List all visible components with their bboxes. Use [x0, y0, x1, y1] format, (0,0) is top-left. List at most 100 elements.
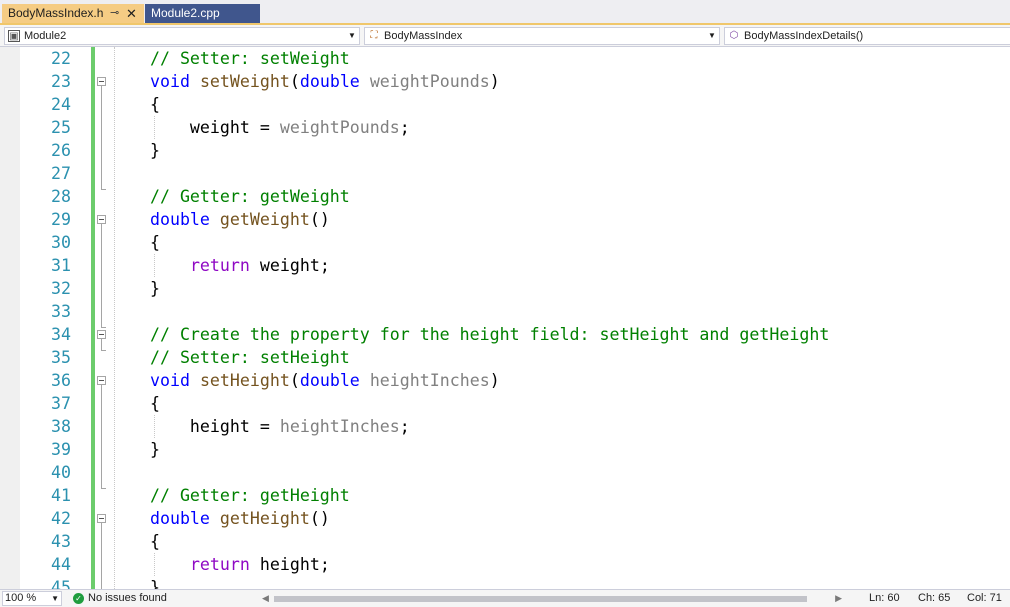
code-line[interactable]: 29 double getWeight()	[0, 208, 1010, 231]
line-number: 39	[51, 440, 71, 459]
zoom-dropdown[interactable]: 100 % ▼	[2, 591, 62, 606]
code-line[interactable]: 37 {	[0, 392, 1010, 415]
line-number: 42	[51, 509, 71, 528]
line-number: 29	[51, 210, 71, 229]
code-text: // Setter: setWeight	[149, 49, 350, 68]
code-text: // Create the property for the height fi…	[149, 325, 830, 344]
code-line[interactable]: 41 // Getter: getHeight	[0, 484, 1010, 507]
scroll-right-icon[interactable]: ▶	[835, 592, 842, 605]
horizontal-scrollbar[interactable]: ◀ ▶	[260, 592, 844, 605]
code-line[interactable]: 44 return height;	[0, 553, 1010, 576]
code-text: // Getter: getWeight	[149, 187, 350, 206]
line-number: 22	[51, 49, 71, 68]
document-tab-strip: BodyMassIndex.h ⊸ ✕ Module2.cpp	[0, 0, 1010, 25]
tab-bodymassindex-h[interactable]: BodyMassIndex.h ⊸ ✕	[2, 4, 144, 23]
code-line[interactable]: 42 double getHeight()	[0, 507, 1010, 530]
line-number: 40	[51, 463, 71, 482]
member-dropdown[interactable]: ⬡ BodyMassIndexDetails()	[724, 27, 1010, 45]
method-icon: ⬡	[729, 30, 739, 41]
collapse-icon[interactable]	[97, 376, 106, 385]
code-text: height = heightInches;	[110, 417, 410, 436]
code-line[interactable]: 33	[0, 300, 1010, 323]
code-text: return weight;	[189, 256, 330, 275]
code-line[interactable]: 30 {	[0, 231, 1010, 254]
project-label: Module2	[24, 30, 67, 42]
code-line[interactable]: 25 weight = weightPounds;	[0, 116, 1010, 139]
chevron-down-icon[interactable]: ▼	[347, 28, 357, 44]
code-line[interactable]: 35 // Setter: setHeight	[0, 346, 1010, 369]
scroll-left-icon[interactable]: ◀	[262, 592, 269, 605]
line-number: 32	[51, 279, 71, 298]
line-number: 24	[51, 95, 71, 114]
code-line[interactable]: 26 }	[0, 139, 1010, 162]
line-number: 27	[51, 164, 71, 183]
line-number: 23	[51, 72, 71, 91]
scrollbar-thumb[interactable]	[274, 596, 807, 602]
line-number: 37	[51, 394, 71, 413]
status-bar: 100 % ▼ ✓ No issues found ◀ ▶ Ln: 60 Ch:…	[0, 589, 1010, 607]
issues-text: No issues found	[88, 592, 167, 604]
code-line[interactable]: 36 void setHeight(double heightInches)	[0, 369, 1010, 392]
pin-icon[interactable]: ⊸	[110, 4, 119, 23]
tab-label: Module2.cpp	[151, 6, 220, 20]
line-number: 38	[51, 417, 71, 436]
chevron-down-icon[interactable]: ▼	[51, 592, 59, 605]
issues-indicator[interactable]: ✓ No issues found	[73, 590, 167, 607]
code-text: return height;	[189, 555, 330, 574]
code-text: // Getter: getHeight	[149, 486, 350, 505]
code-text: void setWeight(double weightPounds)	[149, 72, 500, 91]
code-text: {	[110, 394, 160, 413]
code-line[interactable]: 32 }	[0, 277, 1010, 300]
code-line[interactable]: 28 // Getter: getWeight	[0, 185, 1010, 208]
zoom-level: 100 %	[5, 592, 37, 604]
code-line[interactable]: 31 return weight;	[0, 254, 1010, 277]
member-label: BodyMassIndexDetails()	[744, 30, 864, 42]
line-number: 44	[51, 555, 71, 574]
line-number: 35	[51, 348, 71, 367]
code-text: }	[110, 141, 160, 160]
code-text: }	[110, 578, 160, 589]
check-circle-icon: ✓	[73, 593, 84, 604]
collapse-icon[interactable]	[97, 77, 106, 86]
code-line[interactable]: 43 {	[0, 530, 1010, 553]
code-line[interactable]: 23 void setWeight(double weightPounds)	[0, 70, 1010, 93]
code-line[interactable]: 27	[0, 162, 1010, 185]
code-text: weight = weightPounds;	[110, 118, 410, 137]
tab-module2-cpp[interactable]: Module2.cpp	[145, 4, 260, 23]
line-indicator[interactable]: Ln: 60	[869, 590, 900, 607]
code-text: {	[110, 95, 160, 114]
code-line[interactable]: 38 height = heightInches;	[0, 415, 1010, 438]
scope-dropdown[interactable]: ⛶ BodyMassIndex ▼	[364, 27, 720, 45]
line-number: 41	[51, 486, 71, 505]
collapse-icon[interactable]	[97, 330, 106, 339]
code-line[interactable]: 22 // Setter: setWeight	[0, 47, 1010, 70]
line-number: 43	[51, 532, 71, 551]
code-line[interactable]: 40	[0, 461, 1010, 484]
close-icon[interactable]: ✕	[126, 4, 137, 23]
code-line[interactable]: 24 {	[0, 93, 1010, 116]
code-line[interactable]: 45 }	[0, 576, 1010, 589]
line-number: 33	[51, 302, 71, 321]
tab-label: BodyMassIndex.h	[8, 6, 104, 20]
line-number: 26	[51, 141, 71, 160]
column-indicator[interactable]: Col: 71	[967, 590, 1002, 607]
project-dropdown[interactable]: ▣ Module2 ▼	[4, 27, 360, 45]
code-text: }	[110, 440, 160, 459]
line-number: 28	[51, 187, 71, 206]
char-indicator[interactable]: Ch: 65	[918, 590, 950, 607]
code-line[interactable]: 34 // Create the property for the height…	[0, 323, 1010, 346]
code-text: {	[110, 233, 160, 252]
code-line[interactable]: 39 }	[0, 438, 1010, 461]
line-number: 34	[51, 325, 71, 344]
line-number: 30	[51, 233, 71, 252]
line-number: 31	[51, 256, 71, 275]
collapse-icon[interactable]	[97, 514, 106, 523]
line-number: 25	[51, 118, 71, 137]
code-editor[interactable]: 22 // Setter: setWeight 23 void setWeight…	[0, 47, 1010, 589]
navigation-bar: ▣ Module2 ▼ ⛶ BodyMassIndex ▼ ⬡ BodyMass…	[0, 25, 1010, 47]
line-number: 45	[51, 578, 71, 589]
chevron-down-icon[interactable]: ▼	[707, 28, 717, 44]
project-icon: ▣	[8, 30, 20, 42]
collapse-icon[interactable]	[97, 215, 106, 224]
line-number: 36	[51, 371, 71, 390]
